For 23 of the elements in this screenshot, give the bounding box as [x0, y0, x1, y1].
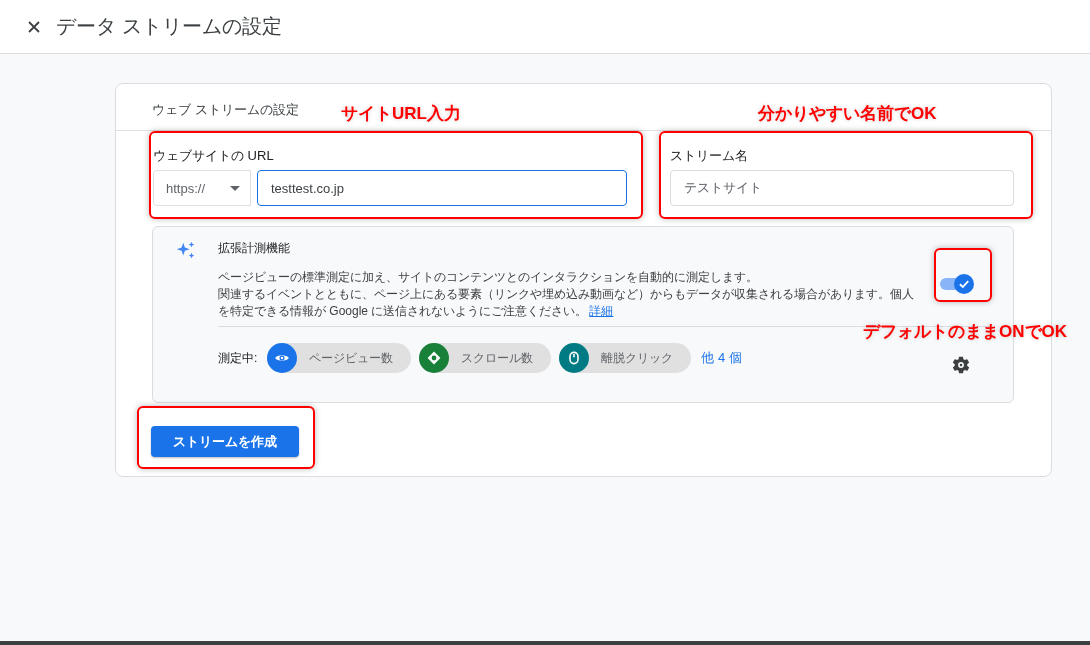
settings-icon[interactable]: [951, 355, 971, 375]
metric-chip: スクロール数: [419, 343, 552, 373]
page-title: データ ストリームの設定: [56, 14, 282, 39]
toggle-switch[interactable]: [940, 274, 974, 294]
protocol-dropdown[interactable]: https://: [153, 170, 251, 206]
metric-chip: 離脱クリック: [559, 343, 692, 373]
field-label: ストリーム名: [670, 147, 749, 165]
annotation-text: デフォルトのままONでOK: [863, 321, 1067, 343]
caret-icon: [230, 185, 240, 191]
create-stream-button[interactable]: ストリームを作成: [151, 426, 299, 457]
highlight-frame: [934, 248, 992, 302]
annotation-text: サイトURL入力: [341, 103, 461, 125]
url-input-field[interactable]: testtest.co.jp: [257, 170, 627, 206]
close-icon[interactable]: [28, 20, 40, 33]
field-label: ウェブサイトの URL: [153, 147, 275, 165]
details-link[interactable]: 詳細: [589, 304, 614, 318]
measuring-label: 測定中:: [218, 349, 258, 367]
metric-chip: ページビュー数: [267, 343, 412, 373]
description-text: ページビューの標準測定に加え、サイトのコンテンツとのインタラクションを自動的に測定します。 関連するイベントとともに、ページ上にある要素（リンクや埋め込み動画など）からもデータが収集される場合があります。個人を特定できる情報が Google に送信されないようにご注意ください。 詳細: [218, 269, 915, 320]
annotation-text: 分かりやすい名前でOK: [758, 103, 937, 125]
section-title: 拡張計測機能: [218, 240, 291, 257]
stream-name-field[interactable]: テストサイト: [670, 170, 1014, 206]
more-link[interactable]: 他 4 個: [701, 349, 742, 367]
